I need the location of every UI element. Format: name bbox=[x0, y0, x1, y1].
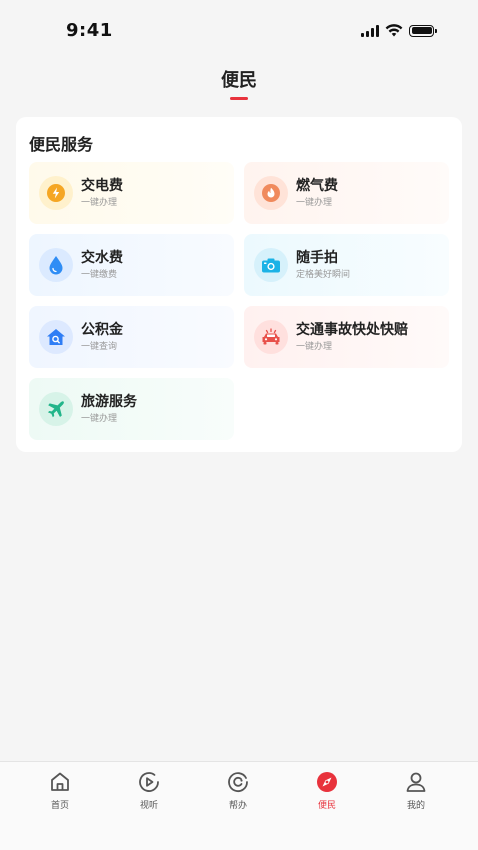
camera-icon bbox=[254, 248, 288, 282]
service-traffic-accident[interactable]: 交通事故快处快赔 一键办理 bbox=[244, 306, 449, 368]
smile-icon bbox=[228, 772, 248, 792]
battery-icon bbox=[409, 24, 437, 37]
flame-icon bbox=[254, 176, 288, 210]
signal-icon bbox=[361, 24, 379, 37]
tab-label: 视听 bbox=[139, 801, 158, 811]
card-title: 便民服务 bbox=[29, 135, 94, 154]
service-housing-fund[interactable]: 公积金 一键查询 bbox=[29, 306, 234, 368]
service-name: 燃气费 bbox=[296, 177, 338, 194]
service-subtitle: 一键查询 bbox=[81, 341, 118, 352]
status-bar: 9:41 bbox=[0, 0, 478, 60]
car-accident-icon bbox=[254, 320, 288, 354]
service-subtitle: 一键办理 bbox=[296, 341, 333, 352]
service-name: 随手拍 bbox=[296, 249, 338, 266]
service-name: 旅游服务 bbox=[81, 393, 137, 410]
tab-label: 便民 bbox=[317, 801, 336, 811]
house-search-icon bbox=[39, 320, 73, 354]
tab-assist[interactable]: 帮办 bbox=[208, 770, 268, 816]
tab-profile[interactable]: 我的 bbox=[386, 770, 446, 816]
airplane-icon bbox=[39, 392, 73, 426]
service-subtitle: 定格美好瞬间 bbox=[296, 269, 351, 280]
service-name: 公积金 bbox=[81, 321, 123, 338]
services-card: 便民服务 交电费 一键办理 燃气费 一键办理 交水费 一键缴费 随手拍 定格美好… bbox=[16, 117, 462, 452]
service-name: 交水费 bbox=[81, 249, 123, 266]
tab-label: 首页 bbox=[50, 801, 69, 811]
service-snapshot[interactable]: 随手拍 定格美好瞬间 bbox=[244, 234, 449, 296]
service-gas[interactable]: 燃气费 一键办理 bbox=[244, 162, 449, 224]
title-underline bbox=[230, 97, 248, 100]
tab-label: 帮办 bbox=[228, 801, 247, 811]
tab-home[interactable]: 首页 bbox=[30, 770, 90, 816]
tab-bar: 首页 视听 帮办 便民 我的 bbox=[0, 761, 478, 850]
tab-services[interactable]: 便民 bbox=[297, 770, 357, 816]
service-subtitle: 一键办理 bbox=[81, 197, 118, 208]
service-name: 交电费 bbox=[81, 177, 123, 194]
service-subtitle: 一键办理 bbox=[81, 413, 118, 424]
service-subtitle: 一键办理 bbox=[296, 197, 333, 208]
lightning-icon bbox=[39, 176, 73, 210]
service-travel[interactable]: 旅游服务 一键办理 bbox=[29, 378, 234, 440]
screen: 9:41 便民 便民服务 交电费 一键办理 燃气费 一键办理 交水费 一键缴费 … bbox=[0, 0, 478, 850]
service-subtitle: 一键缴费 bbox=[81, 269, 118, 280]
page-title: 便民 bbox=[221, 70, 257, 91]
status-time: 9:41 bbox=[66, 20, 113, 41]
service-electricity[interactable]: 交电费 一键办理 bbox=[29, 162, 234, 224]
compass-icon bbox=[317, 772, 337, 792]
play-icon bbox=[139, 772, 159, 792]
home-icon bbox=[51, 772, 69, 791]
water-drop-icon bbox=[39, 248, 73, 282]
status-icons bbox=[361, 24, 437, 37]
tab-media[interactable]: 视听 bbox=[119, 770, 179, 816]
tab-label: 我的 bbox=[406, 801, 425, 811]
service-water[interactable]: 交水费 一键缴费 bbox=[29, 234, 234, 296]
service-name: 交通事故快处快赔 bbox=[296, 321, 408, 338]
wifi-icon bbox=[385, 24, 403, 37]
user-icon bbox=[406, 772, 426, 792]
